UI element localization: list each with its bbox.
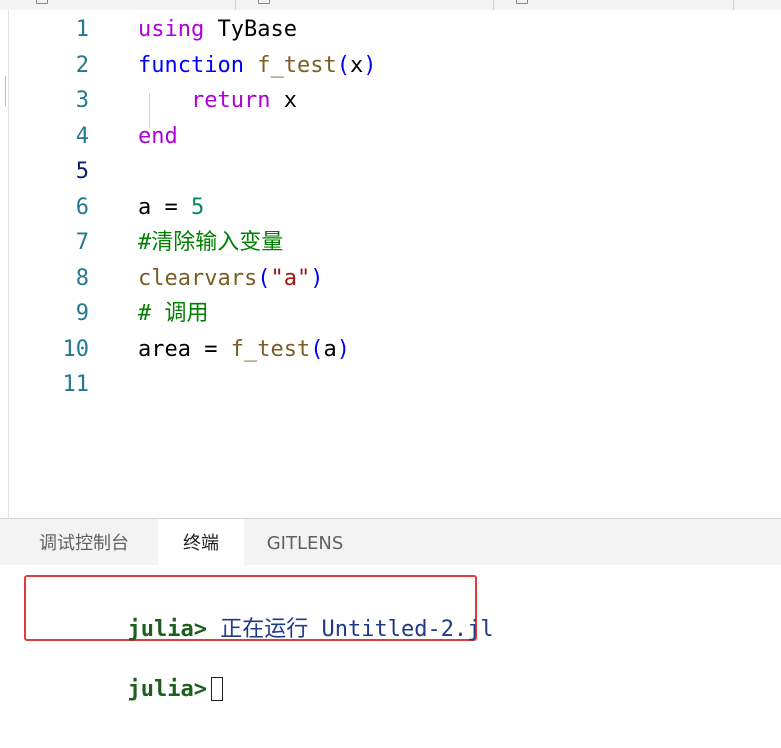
code-text: using TyBase [138, 12, 297, 47]
line-number: 1 [75, 17, 89, 42]
code-token: 清除输入变量 [151, 230, 284, 255]
line-number: 4 [75, 123, 89, 149]
line-number: 3 [75, 88, 89, 113]
code-token: function [138, 52, 244, 78]
code-token: ) [336, 336, 350, 362]
code-line[interactable]: 2 function f_test(x) [9, 48, 781, 83]
julia-prompt: julia> [127, 677, 207, 702]
panel-tab-bar: 调试控制台 终端 GITLENS [0, 519, 781, 565]
code-line[interactable]: 4 end [9, 119, 781, 154]
code-line[interactable]: 7 #清除输入变量 [9, 225, 781, 260]
code-token: ) [363, 52, 377, 78]
code-token: f_test [230, 336, 311, 362]
terminal-output[interactable]: julia> 正在运行 Untitled-2.jl julia> [0, 565, 781, 748]
code-token: x [270, 88, 297, 113]
bottom-panel: 调试控制台 终端 GITLENS julia> 正在运行 Untitled-2.… [0, 518, 781, 748]
code-line[interactable]: 3 return x [9, 83, 781, 118]
editor-left-edge [0, 10, 9, 518]
code-text: a = 5 [138, 190, 204, 225]
code-token: x [349, 52, 364, 78]
code-token: ( [257, 265, 271, 291]
running-message: 正在运行 [220, 617, 309, 642]
line-number: 6 [75, 194, 89, 220]
code-token: end [138, 123, 178, 149]
line-number: 5 [75, 159, 89, 184]
code-line[interactable]: 9 # 调用 [9, 296, 781, 331]
code-token: # [138, 230, 152, 255]
tab-gitlens[interactable]: GITLENS [252, 519, 358, 565]
code-text: return x [138, 83, 297, 118]
code-text: # 调用 [138, 296, 209, 331]
code-text: end [138, 119, 178, 154]
tab-debug-console[interactable]: 调试控制台 [18, 519, 150, 565]
code-token: ( [310, 336, 324, 362]
line-number: 11 [62, 372, 90, 397]
code-line[interactable]: 6 a = 5 [9, 190, 781, 225]
line-number: 2 [75, 52, 89, 78]
code-text: area = f_test(a) [138, 332, 350, 367]
code-token: 5 [190, 194, 205, 220]
code-token: 调用 [164, 301, 209, 326]
editor-tab-1[interactable] [0, 0, 236, 10]
code-editor[interactable]: 1 using TyBase 2 function f_test(x) 3 return… [9, 10, 781, 518]
editor-tab-2[interactable] [236, 0, 494, 10]
code-text: function f_test(x) [138, 48, 376, 83]
line-number: 9 [75, 301, 89, 326]
code-token: clearvars [138, 265, 258, 291]
code-text: clearvars("a") [138, 261, 323, 296]
code-token: f_test [257, 52, 337, 78]
line-number: 7 [75, 230, 89, 255]
terminal-cursor [210, 677, 223, 701]
code-token: return [190, 88, 271, 113]
terminal-line-prompt[interactable]: julia> [48, 645, 223, 735]
tab-terminal[interactable]: 终端 [158, 519, 244, 565]
code-token: "a" [270, 265, 311, 291]
line-number: 10 [62, 336, 90, 362]
code-token: ) [310, 265, 324, 291]
code-line[interactable]: 5 [9, 154, 781, 189]
code-token: a [323, 336, 337, 362]
julia-prompt: julia> [127, 617, 207, 642]
code-token: ( [336, 52, 350, 78]
file-icon [516, 0, 528, 4]
fold-marker [0, 76, 6, 106]
code-line[interactable]: 1 using TyBase [9, 12, 781, 47]
code-text: #清除输入变量 [138, 225, 283, 260]
code-token: TyBase [204, 17, 297, 42]
code-line[interactable]: 11 [9, 367, 781, 402]
code-token: a = [138, 194, 191, 220]
file-icon [258, 0, 270, 4]
code-token: # [138, 301, 165, 326]
code-token: area = [138, 336, 231, 362]
running-file-name: Untitled-2.jl [321, 617, 494, 642]
code-line[interactable]: 10 area = f_test(a) [9, 332, 781, 367]
line-number: 8 [75, 265, 89, 291]
code-token: using [138, 17, 205, 42]
file-icon [36, 0, 48, 4]
editor-tab-3[interactable] [494, 0, 734, 10]
code-line[interactable]: 8 clearvars("a") [9, 261, 781, 296]
